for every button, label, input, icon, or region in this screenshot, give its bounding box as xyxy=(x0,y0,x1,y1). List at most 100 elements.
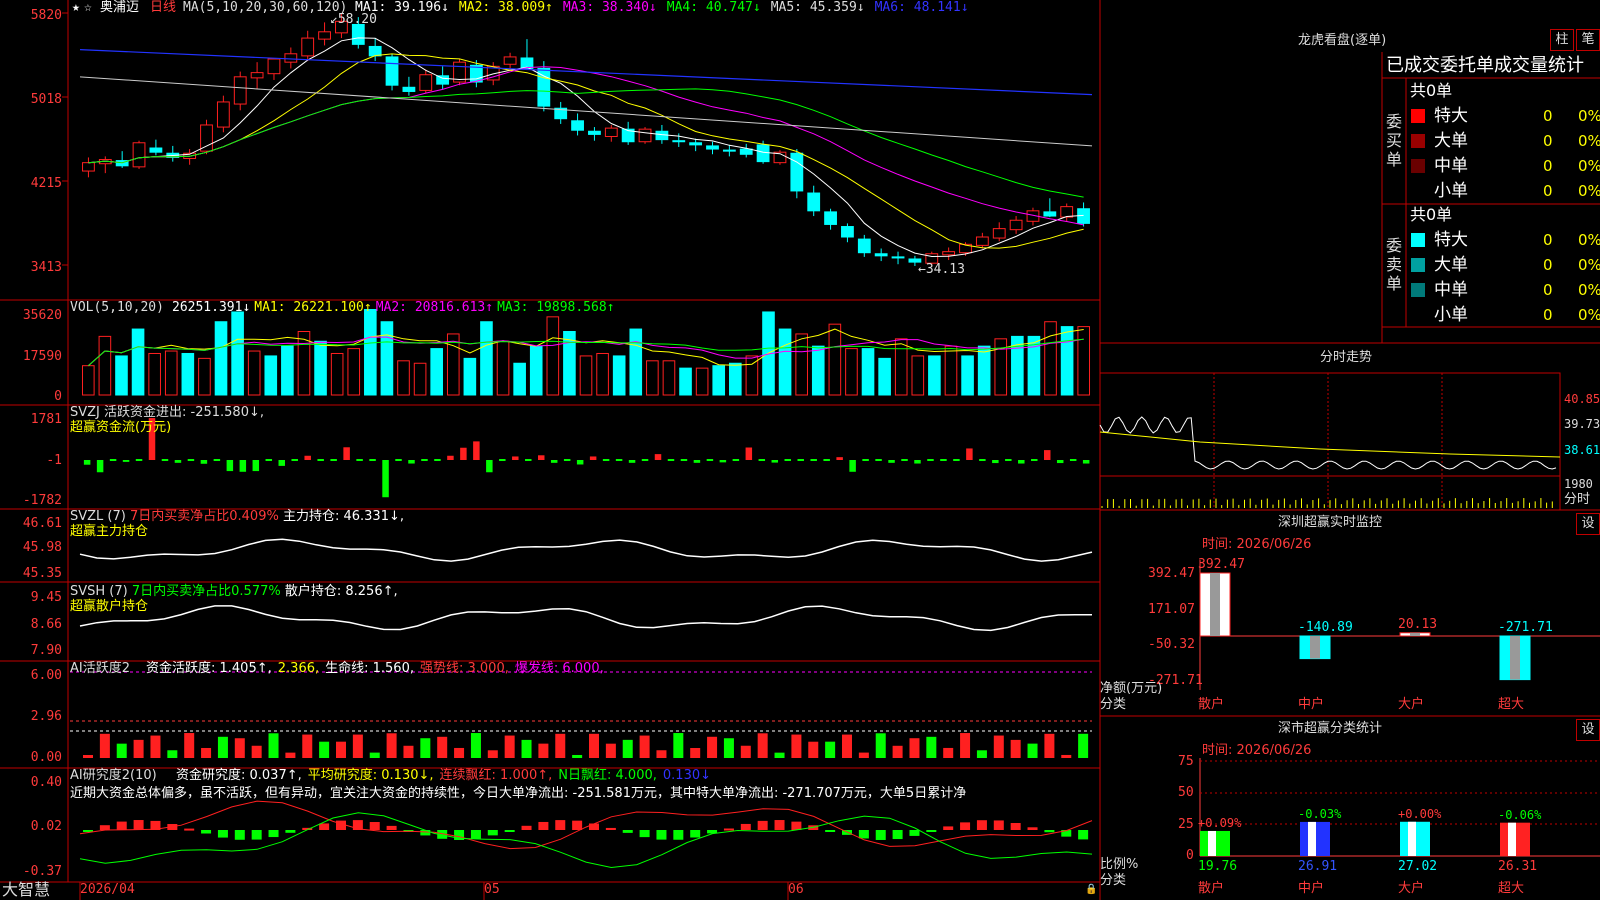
svzj-bar xyxy=(1056,460,1064,464)
buy-total: 共0单 xyxy=(1410,81,1453,100)
volume-bar xyxy=(231,311,244,396)
svzj-bar xyxy=(135,459,143,461)
ai-research-bar xyxy=(1027,827,1038,830)
ai-activity-bar xyxy=(892,745,903,758)
svzj-bar xyxy=(226,460,234,472)
svzl-line xyxy=(79,538,1093,562)
tab-tick-view[interactable]: 笔 xyxy=(1576,29,1600,51)
ai-activity-bar xyxy=(774,752,785,758)
ai-research-bar xyxy=(1044,830,1055,833)
candle-body xyxy=(1043,211,1057,217)
sz-monitor-title: 深圳超赢实时监控 xyxy=(1278,515,1383,530)
svzj-bar xyxy=(343,447,350,460)
volume-bar xyxy=(380,321,394,396)
svzj-bar xyxy=(680,459,688,461)
price-low-value: 34.13 xyxy=(925,262,965,277)
svzj-bar xyxy=(317,459,324,461)
ai-activity-bar xyxy=(319,741,330,758)
candle-body xyxy=(571,120,584,131)
volume-bar xyxy=(828,323,842,396)
row-percent: 0% xyxy=(1578,157,1600,175)
svzj-bar xyxy=(304,455,311,460)
candle-body xyxy=(385,56,399,86)
candle-body xyxy=(824,211,837,225)
cls-bar-大户 xyxy=(1400,821,1430,856)
ma-legend: MA1: 39.196↓ MA2: 38.009↑ MA3: 38.340↓ MA4:… xyxy=(355,0,979,16)
svzj-bar xyxy=(849,460,856,472)
row-value: 0 xyxy=(1543,157,1553,175)
volume-bar xyxy=(911,355,925,396)
volume-bar xyxy=(546,316,560,396)
stock-name[interactable]: 奥浦迈 xyxy=(100,0,139,16)
ai-activity-bar xyxy=(454,747,465,758)
ai-research-bar xyxy=(133,820,144,830)
candle-body xyxy=(672,140,686,143)
volume-bar xyxy=(314,340,327,396)
svzj-bar xyxy=(927,459,934,461)
ai-activity-bar xyxy=(943,747,954,758)
cls-bar-value: 27.02 xyxy=(1398,859,1438,874)
cls-settings-button[interactable]: 设 xyxy=(1576,719,1600,741)
ai-activity-bar xyxy=(437,736,448,758)
ai-activity-bar xyxy=(116,743,127,758)
svzj-axis-label: -1782 xyxy=(22,493,62,508)
row-value: 0 xyxy=(1543,132,1553,150)
candle-body xyxy=(841,226,854,238)
svzj-bar xyxy=(525,459,532,461)
moving-average-lines xyxy=(79,37,1093,258)
tab-bar-view[interactable]: 柱 xyxy=(1550,29,1574,51)
volume-bar xyxy=(98,335,112,396)
svzj-bar xyxy=(1018,460,1025,464)
volume-bar xyxy=(894,338,908,396)
svzj-bar xyxy=(109,459,117,461)
svzj-bar xyxy=(576,460,584,465)
volume-bar xyxy=(811,345,825,396)
sz-bar-value: 392.47 xyxy=(1198,557,1245,572)
ai-research-bar xyxy=(909,830,920,836)
volume-bar xyxy=(729,362,742,396)
ai-activity-bar xyxy=(487,750,498,758)
ai-activity-bar xyxy=(268,733,279,758)
sz-bar-中户 xyxy=(1299,635,1331,660)
ai-activity-bar xyxy=(1061,754,1072,758)
row-label: 中单 xyxy=(1434,156,1468,176)
sz-category: 中户 xyxy=(1298,697,1325,712)
ai-activity-bar xyxy=(791,734,802,758)
volume-bar xyxy=(496,340,510,396)
period-label[interactable]: 日线 xyxy=(150,0,176,16)
favorite-star-icon[interactable]: ☆ xyxy=(84,0,92,16)
sz-monitor-settings-button[interactable]: 设 xyxy=(1576,513,1600,535)
ai-research-bar xyxy=(251,830,262,840)
ai-activity-bar xyxy=(83,755,93,758)
candle-body xyxy=(419,74,433,91)
candle-body xyxy=(874,253,888,257)
intraday-price-label: 40.85 xyxy=(1564,392,1600,406)
cls-bar-散户 xyxy=(1200,830,1230,856)
ai-activity-bar xyxy=(605,743,616,758)
intraday-price-label: 38.61 xyxy=(1564,443,1600,457)
svzj-bar xyxy=(693,460,701,463)
volume-bar xyxy=(646,360,659,396)
svzj-bar xyxy=(862,459,869,461)
ai-research-bar xyxy=(757,820,768,830)
candle-body xyxy=(503,56,517,65)
cls-unit-label: 比例% xyxy=(1100,857,1139,872)
volume-bar xyxy=(596,352,609,396)
candle-body xyxy=(975,236,989,246)
svzj-bar xyxy=(174,460,182,463)
ai-research-bar xyxy=(656,830,667,840)
lock-icon[interactable]: 🔒 xyxy=(1085,882,1097,898)
volume-bar xyxy=(247,350,261,396)
candle-body xyxy=(857,238,871,254)
legend-item: N日飘红: 4.000, xyxy=(558,768,657,783)
volume-bar xyxy=(878,357,891,396)
candle-body xyxy=(301,37,315,57)
favorite-star-icon[interactable]: ★ xyxy=(72,0,80,16)
ai-research-bar xyxy=(673,830,684,840)
cls-bar-中户 xyxy=(1300,821,1330,856)
ai-research-bar xyxy=(285,830,296,833)
ai-activity-bar xyxy=(99,733,110,758)
candle-body xyxy=(200,124,213,152)
svzj-bar xyxy=(460,447,467,460)
svzj-bar xyxy=(252,460,260,472)
